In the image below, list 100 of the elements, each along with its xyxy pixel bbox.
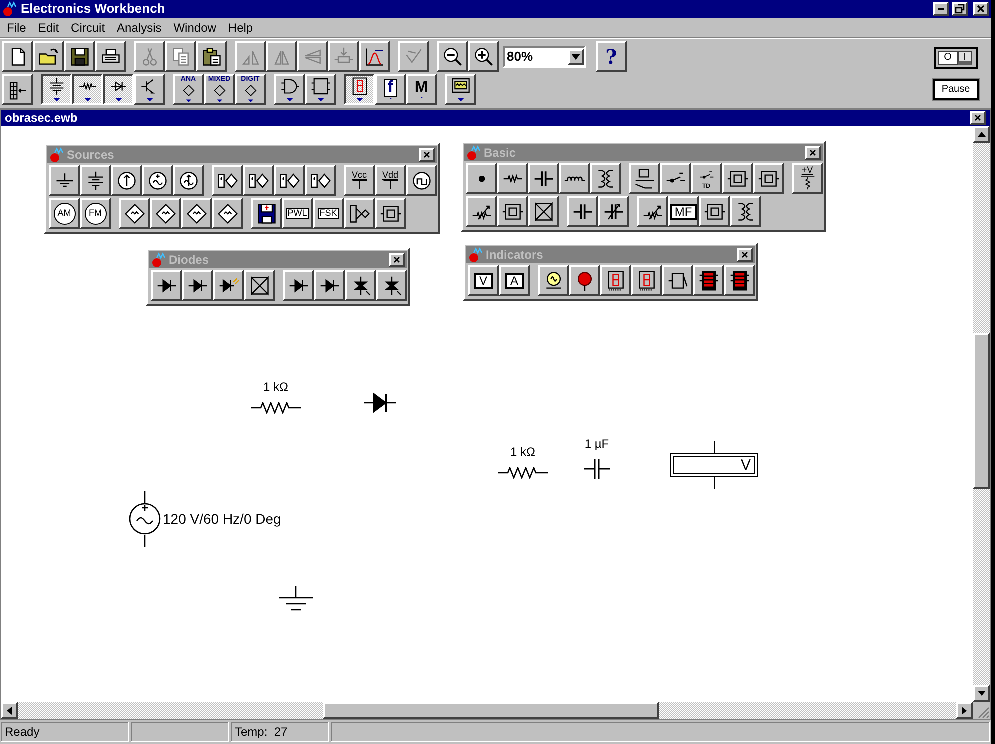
battery-button[interactable] xyxy=(80,165,111,196)
diamond-button[interactable] xyxy=(119,198,150,229)
new-button[interactable] xyxy=(2,41,33,72)
diodes-button[interactable] xyxy=(103,74,134,105)
power-switch[interactable]: O I xyxy=(934,47,978,69)
graph-button[interactable] xyxy=(359,41,390,72)
close-button[interactable] xyxy=(737,248,753,262)
relay-button[interactable] xyxy=(629,163,660,194)
ground-button[interactable] xyxy=(49,165,80,196)
horizontal-scrollbar[interactable] xyxy=(1,702,973,719)
indicators-button[interactable] xyxy=(344,74,375,105)
inductor-button[interactable] xyxy=(559,163,590,194)
boxtext-button[interactable]: A xyxy=(499,265,530,296)
instruments-button[interactable] xyxy=(445,74,476,105)
led-button[interactable] xyxy=(213,270,244,301)
gates-button[interactable] xyxy=(274,74,305,105)
menu-item[interactable]: Edit xyxy=(32,18,66,36)
transformer-button[interactable] xyxy=(590,163,621,194)
pause-button[interactable]: Pause xyxy=(933,79,979,100)
restore-button[interactable] xyxy=(952,2,968,16)
module-button[interactable] xyxy=(753,163,784,194)
module-button[interactable] xyxy=(497,196,528,227)
close-button[interactable] xyxy=(389,252,405,266)
module-button[interactable] xyxy=(375,198,406,229)
transformer-button[interactable] xyxy=(730,196,761,227)
acvoltage-button[interactable] xyxy=(142,165,173,196)
dccurrent-button[interactable] xyxy=(111,165,142,196)
paste-button[interactable] xyxy=(196,41,227,72)
varcapacitor-button[interactable] xyxy=(598,196,629,227)
diode-button[interactable] xyxy=(151,270,182,301)
print-button[interactable] xyxy=(95,41,126,72)
accurrent-button[interactable] xyxy=(173,165,204,196)
switch-button[interactable] xyxy=(660,163,691,194)
help-button[interactable]: ? xyxy=(596,41,627,72)
module-button[interactable] xyxy=(699,196,730,227)
diamond-button[interactable] xyxy=(150,198,181,229)
triac-button[interactable] xyxy=(376,270,407,301)
close-button[interactable] xyxy=(973,2,989,16)
scrollbar-thumb[interactable] xyxy=(973,333,990,489)
partsbin-button[interactable] xyxy=(2,74,33,105)
scrollbar-thumb[interactable] xyxy=(323,702,659,719)
clock-button[interactable] xyxy=(406,165,437,196)
bargraph-button[interactable] xyxy=(693,265,724,296)
bulb-button[interactable] xyxy=(538,265,569,296)
menu-item[interactable]: File xyxy=(1,18,32,36)
segment-button[interactable] xyxy=(600,265,631,296)
buzzer-button[interactable] xyxy=(662,265,693,296)
diamond-button[interactable] xyxy=(212,198,243,229)
potentiometer-button[interactable] xyxy=(637,196,668,227)
diode-button[interactable] xyxy=(182,270,213,301)
probe-button[interactable] xyxy=(569,265,600,296)
basic-button[interactable] xyxy=(72,74,103,105)
menu-item[interactable]: Analysis xyxy=(111,18,168,36)
minimize-button[interactable] xyxy=(933,2,949,16)
open-button[interactable] xyxy=(33,41,64,72)
depsource-button[interactable] xyxy=(243,165,274,196)
network-button[interactable] xyxy=(344,198,375,229)
capacitor-button[interactable] xyxy=(528,163,559,194)
sources-button[interactable] xyxy=(41,74,72,105)
circled-button[interactable]: FM xyxy=(80,198,111,229)
rail-button[interactable]: Vdd xyxy=(375,165,406,196)
disk-button[interactable] xyxy=(251,198,282,229)
connector-button[interactable] xyxy=(466,163,497,194)
menu-item[interactable]: Help xyxy=(222,18,260,36)
bridge-button[interactable] xyxy=(528,196,559,227)
pullup-button[interactable]: +V xyxy=(792,163,823,194)
menu-item[interactable]: Window xyxy=(168,18,222,36)
zoomout-button[interactable] xyxy=(437,41,468,72)
rail-button[interactable]: Vcc xyxy=(344,165,375,196)
zoom-dropdown[interactable]: 80% xyxy=(503,46,586,68)
boxtext-button[interactable]: V xyxy=(468,265,499,296)
diode-button[interactable] xyxy=(283,270,314,301)
circled-button[interactable]: AM xyxy=(49,198,80,229)
menu-item[interactable]: Circuit xyxy=(65,18,112,36)
controls-button[interactable]: f xyxy=(375,74,406,105)
misc-button[interactable]: M xyxy=(406,74,437,105)
segment-button[interactable] xyxy=(631,265,662,296)
module-button[interactable] xyxy=(722,163,753,194)
depsource-button[interactable] xyxy=(305,165,336,196)
potentiometer-button[interactable] xyxy=(466,196,497,227)
boxtext-button[interactable]: MF xyxy=(668,196,699,227)
depsource-button[interactable] xyxy=(212,165,243,196)
close-button[interactable] xyxy=(970,111,986,125)
save-button[interactable] xyxy=(64,41,95,72)
zoomin-button[interactable] xyxy=(468,41,499,72)
depsource-button[interactable] xyxy=(274,165,305,196)
resistor-button[interactable] xyxy=(497,163,528,194)
triac-button[interactable] xyxy=(345,270,376,301)
diamond-button[interactable] xyxy=(181,198,212,229)
bridge-button[interactable] xyxy=(244,270,275,301)
flipflop-button[interactable] xyxy=(305,74,336,105)
close-button[interactable] xyxy=(805,146,821,160)
capacitor-button[interactable] xyxy=(567,196,598,227)
close-button[interactable] xyxy=(419,148,435,162)
diode-button[interactable] xyxy=(314,270,345,301)
transistors-button[interactable] xyxy=(134,74,165,105)
vertical-scrollbar[interactable] xyxy=(973,126,990,702)
diamondtext-button[interactable]: FSK xyxy=(313,198,344,229)
bargraph-button[interactable] xyxy=(724,265,755,296)
diamondtext-button[interactable]: PWL xyxy=(282,198,313,229)
